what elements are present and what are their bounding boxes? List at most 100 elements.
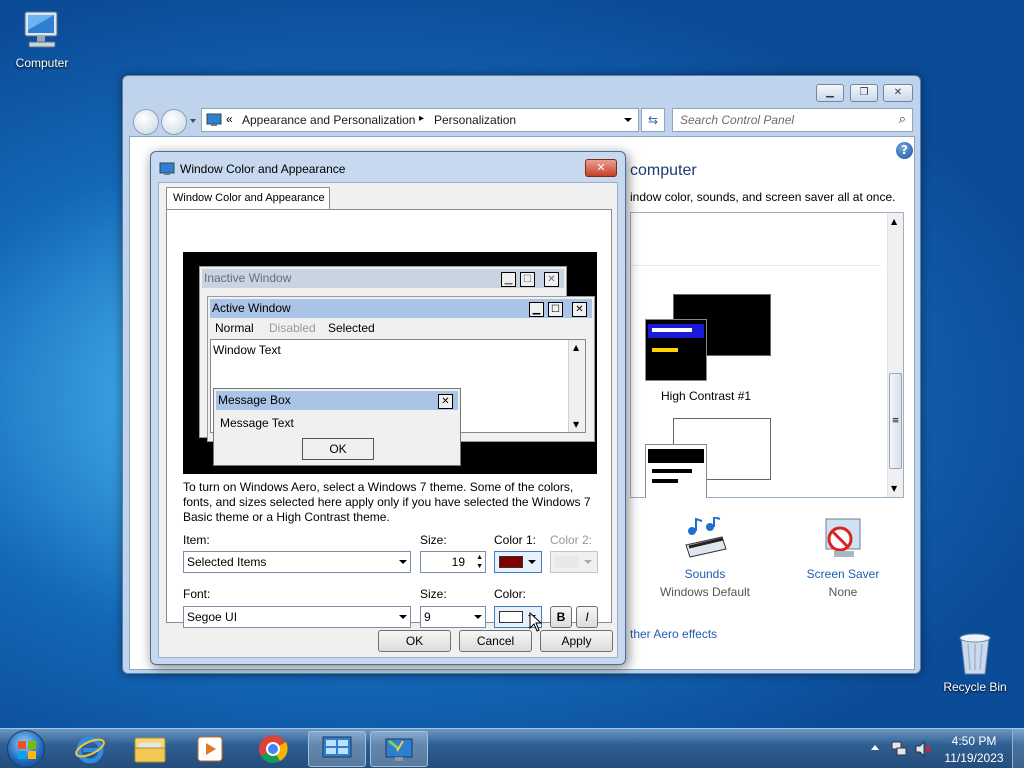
sounds-label[interactable]: Sounds xyxy=(640,567,770,581)
tab-panel: Inactive Window ▁ ☐ ✕ Active Window ▁ ☐ … xyxy=(166,209,612,632)
preview-active-caption: Active Window ▁ ☐ ✕ xyxy=(210,299,592,318)
inactive-close-icon: ✕ xyxy=(544,272,559,287)
recycle-bin-desktop-icon[interactable]: Recycle Bin xyxy=(933,630,1017,694)
msgbox-close-icon: ✕ xyxy=(438,394,453,409)
theme-name: High Contrast #1 xyxy=(661,389,752,403)
bold-button[interactable]: B xyxy=(550,606,572,628)
tray-date[interactable]: 11/19/2023 xyxy=(940,751,1008,765)
size-stepper[interactable]: 19 ▲ ▼ xyxy=(420,551,486,573)
active-close-icon: ✕ xyxy=(572,302,587,317)
start-button[interactable] xyxy=(7,730,45,768)
recycle-bin-label: Recycle Bin xyxy=(943,680,1007,694)
preview-msgbox-caption: Message Box ✕ xyxy=(216,391,458,410)
page-subtitle: indow color, sounds, and screen saver al… xyxy=(630,190,896,204)
network-icon[interactable] xyxy=(890,740,908,758)
search-input[interactable]: Search Control Panel ⌕ xyxy=(672,108,913,132)
item-chevron-down-icon xyxy=(399,560,407,564)
dialog-close-button[interactable]: ✕ xyxy=(585,159,617,177)
close-button[interactable]: ✕ xyxy=(883,84,913,102)
control-panel-icon xyxy=(322,736,352,758)
screen-saver-icon xyxy=(825,518,861,557)
breadcrumb-appearance[interactable]: Appearance and Personalization xyxy=(242,113,415,127)
taskbar-media-player[interactable] xyxy=(181,731,239,767)
windows-logo-icon xyxy=(18,741,36,759)
color2-picker[interactable] xyxy=(550,551,598,573)
theme-high-contrast-1[interactable]: High Contrast #1 xyxy=(641,291,781,403)
item-select[interactable]: Selected Items xyxy=(183,551,411,573)
minimize-button[interactable]: ▁ xyxy=(816,84,844,102)
theme-list-scrollbar[interactable]: ▲ ≡ ▼ xyxy=(887,213,903,497)
italic-button[interactable]: I xyxy=(576,606,598,628)
font-size-select[interactable]: 9 xyxy=(420,606,486,628)
item-label: Item: xyxy=(183,533,210,547)
font-size-chevron-down-icon xyxy=(474,615,482,619)
back-button[interactable] xyxy=(133,109,159,135)
preview-scrollbar: ▲ ▼ xyxy=(568,340,585,432)
dialog-app-icon xyxy=(159,162,175,175)
apply-button[interactable]: Apply xyxy=(540,630,613,652)
font-color-label: Color: xyxy=(494,587,527,601)
size-label: Size: xyxy=(420,533,447,547)
recent-pages-chevron-down-icon[interactable] xyxy=(190,119,196,123)
preview-msgbox-title: Message Box xyxy=(218,393,291,407)
folder-icon xyxy=(134,737,166,763)
screen-saver-label[interactable]: Screen Saver xyxy=(778,567,908,581)
size-up-icon[interactable]: ▲ xyxy=(476,553,483,562)
breadcrumb-separator[interactable]: ▸ xyxy=(419,113,424,124)
preview-active-title: Active Window xyxy=(212,301,291,315)
aero-effects-link[interactable]: ther Aero effects xyxy=(630,627,717,641)
taskbar-window-color[interactable] xyxy=(370,731,428,767)
taskbar-file-explorer[interactable] xyxy=(121,731,179,767)
breadcrumb-personalization[interactable]: Personalization xyxy=(434,113,516,127)
preview-message-box[interactable]: Message Box ✕ Message Text OK xyxy=(213,388,461,466)
preview-msgbox-text: Message Text xyxy=(220,416,294,430)
cancel-button[interactable]: Cancel xyxy=(459,630,532,652)
screen-saver-option[interactable]: Screen Saver None xyxy=(778,517,908,607)
taskbar-internet-explorer[interactable] xyxy=(61,731,119,767)
address-dropdown-chevron-down-icon[interactable] xyxy=(624,118,632,122)
theme-preview-partial[interactable] xyxy=(641,418,781,498)
appearance-preview[interactable]: Inactive Window ▁ ☐ ✕ Active Window ▁ ☐ … xyxy=(183,252,597,474)
mouse-cursor-icon xyxy=(529,612,543,632)
tab-window-color[interactable]: Window Color and Appearance xyxy=(166,187,330,210)
computer-label: Computer xyxy=(15,56,69,70)
computer-desktop-icon[interactable]: Computer xyxy=(0,8,84,70)
preview-menu-selected: Selected xyxy=(328,321,375,335)
theme-divider xyxy=(631,265,881,266)
show-hidden-icons-chevron-up-icon[interactable] xyxy=(871,745,879,750)
breadcrumb-overflow[interactable]: « xyxy=(226,112,233,126)
scrollbar-thumb[interactable]: ≡ xyxy=(889,373,902,469)
color1-chevron-down-icon xyxy=(528,560,536,564)
preview-menu-normal: Normal xyxy=(215,321,254,335)
font-size-label: Size: xyxy=(420,587,447,601)
theme-preview-front xyxy=(645,319,707,381)
taskbar-control-panel[interactable] xyxy=(308,731,366,767)
volume-muted-icon[interactable] xyxy=(914,740,932,758)
ok-button[interactable]: OK xyxy=(378,630,451,652)
sounds-icon xyxy=(685,517,727,558)
help-icon[interactable]: ? xyxy=(896,142,913,159)
preview-menu-disabled: Disabled xyxy=(269,321,316,335)
taskbar-chrome[interactable] xyxy=(244,731,302,767)
show-desktop-button[interactable] xyxy=(1012,729,1024,768)
item-select-value: Selected Items xyxy=(187,555,267,569)
size-down-icon[interactable]: ▼ xyxy=(476,562,483,571)
color1-label: Color 1: xyxy=(494,533,537,547)
color1-picker[interactable] xyxy=(494,551,542,573)
sounds-option[interactable]: Sounds Windows Default xyxy=(640,517,770,607)
maximize-button[interactable]: ❐ xyxy=(850,84,878,102)
refresh-button[interactable]: ⇆ xyxy=(641,108,665,132)
chrome-icon xyxy=(259,735,288,763)
media-player-icon xyxy=(197,736,223,762)
control-panel-icon xyxy=(206,113,222,126)
tray-time[interactable]: 4:50 PM xyxy=(940,734,1008,748)
font-select[interactable]: Segoe UI xyxy=(183,606,411,628)
inactive-minimize-icon: ▁ xyxy=(501,272,516,287)
page-heading: computer xyxy=(630,162,697,179)
screen-saver-value: None xyxy=(828,585,858,599)
font-color-swatch xyxy=(499,611,523,623)
theme-list[interactable]: High Contrast #1 ▲ ≡ ▼ xyxy=(630,212,904,498)
forward-button[interactable] xyxy=(161,109,187,135)
address-bar[interactable]: « Appearance and Personalization ▸ Perso… xyxy=(201,108,639,132)
color2-chevron-down-icon xyxy=(584,560,592,564)
